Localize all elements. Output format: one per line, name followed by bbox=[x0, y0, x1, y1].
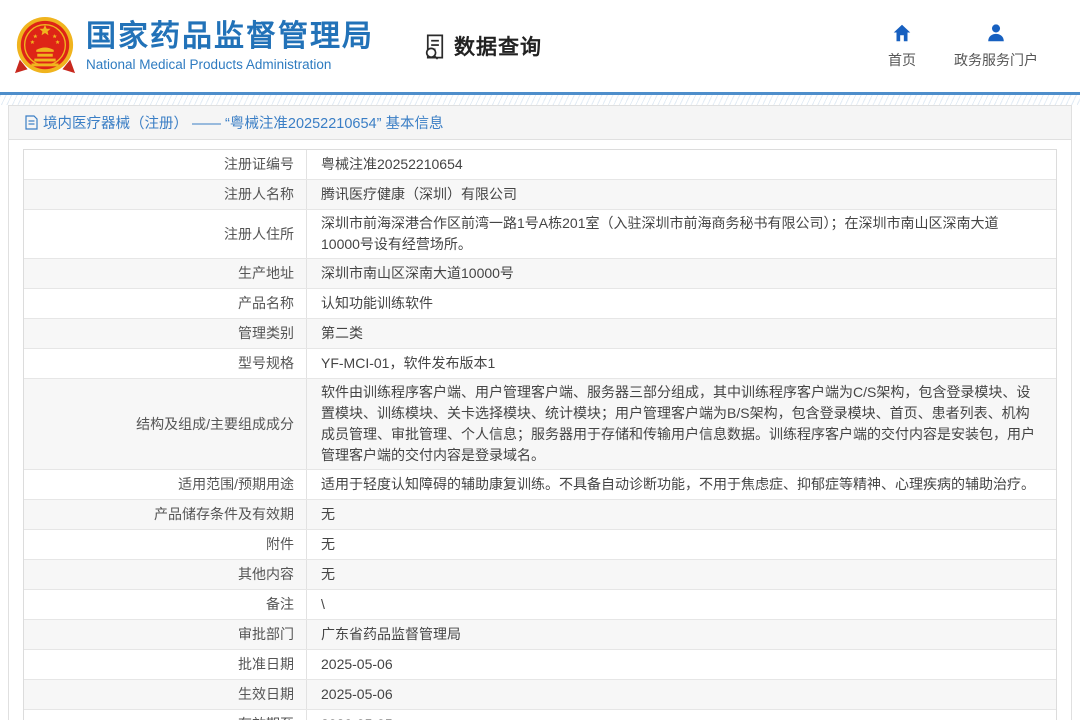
row-label: 有效期至 bbox=[24, 710, 307, 720]
row-value: 软件由训练程序客户端、用户管理客户端、服务器三部分组成，其中训练程序客户端为C/… bbox=[307, 379, 1056, 469]
site-title-cn: 国家药品监督管理局 bbox=[86, 20, 374, 54]
top-nav: 首页 政务服务门户 bbox=[888, 22, 1038, 70]
row-value: 认知功能训练软件 bbox=[307, 290, 1056, 317]
row-value: 2025-05-06 bbox=[307, 651, 1056, 678]
row-value: 无 bbox=[307, 531, 1056, 558]
hatch-texture-band bbox=[0, 95, 1080, 105]
table-row: 注册人住所深圳市前海深港合作区前湾一路1号A栋201室（入驻深圳市前海商务秘书有… bbox=[24, 210, 1056, 259]
table-row: 管理类别第二类 bbox=[24, 319, 1056, 349]
breadcrumb[interactable]: 境内医疗器械（注册） —— “粤械注准20252210654” 基本信息 bbox=[43, 112, 443, 133]
row-value: YF-MCI-01，软件发布版本1 bbox=[307, 350, 1056, 377]
site-title-en: National Medical Products Administration bbox=[86, 57, 374, 72]
table-row: 注册证编号粤械注准20252210654 bbox=[24, 150, 1056, 180]
table-row: 适用范围/预期用途适用于轻度认知障碍的辅助康复训练。不具备自动诊断功能，不用于焦… bbox=[24, 470, 1056, 500]
row-value: 深圳市南山区深南大道10000号 bbox=[307, 260, 1056, 287]
row-value: 适用于轻度认知障碍的辅助康复训练。不具备自动诊断功能，不用于焦虑症、抑郁症等精神… bbox=[307, 471, 1056, 498]
row-label: 注册人住所 bbox=[24, 210, 307, 258]
row-label: 管理类别 bbox=[24, 319, 307, 348]
site-title-block: 国家药品监督管理局 National Medical Products Admi… bbox=[86, 20, 374, 72]
row-value: 2025-05-06 bbox=[307, 681, 1056, 708]
row-value: 无 bbox=[307, 561, 1056, 588]
row-label: 附件 bbox=[24, 530, 307, 559]
document-icon bbox=[25, 115, 38, 130]
row-value: \ bbox=[307, 591, 1056, 618]
row-label: 产品储存条件及有效期 bbox=[24, 500, 307, 529]
table-row: 注册人名称腾讯医疗健康（深圳）有限公司 bbox=[24, 180, 1056, 210]
row-label: 生效日期 bbox=[24, 680, 307, 709]
row-label: 注册人名称 bbox=[24, 180, 307, 209]
table-row: 审批部门广东省药品监督管理局 bbox=[24, 620, 1056, 650]
row-label: 产品名称 bbox=[24, 289, 307, 318]
data-query-tab[interactable]: 数据查询 bbox=[422, 31, 542, 61]
table-row: 生产地址深圳市南山区深南大道10000号 bbox=[24, 259, 1056, 289]
row-value: 第二类 bbox=[307, 320, 1056, 347]
site-header: 国家药品监督管理局 National Medical Products Admi… bbox=[0, 0, 1080, 92]
nav-home-label: 首页 bbox=[888, 50, 916, 70]
row-label: 型号规格 bbox=[24, 349, 307, 378]
table-row: 产品储存条件及有效期无 bbox=[24, 500, 1056, 530]
nav-item-home[interactable]: 首页 bbox=[888, 22, 916, 70]
table-row: 结构及组成/主要组成成分软件由训练程序客户端、用户管理客户端、服务器三部分组成，… bbox=[24, 379, 1056, 470]
table-row: 产品名称认知功能训练软件 bbox=[24, 289, 1056, 319]
row-label: 其他内容 bbox=[24, 560, 307, 589]
detail-table: 注册证编号粤械注准20252210654注册人名称腾讯医疗健康（深圳）有限公司注… bbox=[23, 149, 1057, 720]
row-label: 结构及组成/主要组成成分 bbox=[24, 379, 307, 469]
content-wrapper: 境内医疗器械（注册） —— “粤械注准20252210654” 基本信息 注册证… bbox=[8, 105, 1072, 720]
breadcrumb-bar: 境内医疗器械（注册） —— “粤械注准20252210654” 基本信息 bbox=[9, 106, 1071, 140]
row-label: 生产地址 bbox=[24, 259, 307, 288]
table-row: 型号规格YF-MCI-01，软件发布版本1 bbox=[24, 349, 1056, 379]
table-row: 有效期至2030-05-05 bbox=[24, 710, 1056, 720]
nav-item-gov-portal[interactable]: 政务服务门户 bbox=[954, 22, 1038, 70]
row-label: 注册证编号 bbox=[24, 150, 307, 179]
data-query-label: 数据查询 bbox=[454, 31, 542, 61]
nav-gov-portal-label: 政务服务门户 bbox=[954, 50, 1038, 70]
row-value: 深圳市前海深港合作区前湾一路1号A栋201室（入驻深圳市前海商务秘书有限公司）；… bbox=[307, 210, 1056, 258]
table-row: 备注\ bbox=[24, 590, 1056, 620]
row-value: 腾讯医疗健康（深圳）有限公司 bbox=[307, 181, 1056, 208]
row-value: 广东省药品监督管理局 bbox=[307, 621, 1056, 648]
user-icon bbox=[985, 22, 1007, 44]
row-value: 无 bbox=[307, 501, 1056, 528]
row-label: 适用范围/预期用途 bbox=[24, 470, 307, 499]
row-label: 审批部门 bbox=[24, 620, 307, 649]
row-value: 2030-05-05 bbox=[307, 711, 1056, 720]
row-label: 备注 bbox=[24, 590, 307, 619]
data-query-icon bbox=[422, 33, 449, 60]
table-row: 其他内容无 bbox=[24, 560, 1056, 590]
national-emblem-logo bbox=[14, 11, 76, 81]
row-label: 批准日期 bbox=[24, 650, 307, 679]
home-icon bbox=[891, 22, 913, 44]
row-value: 粤械注准20252210654 bbox=[307, 151, 1056, 178]
table-row: 生效日期2025-05-06 bbox=[24, 680, 1056, 710]
table-row: 附件无 bbox=[24, 530, 1056, 560]
table-row: 批准日期2025-05-06 bbox=[24, 650, 1056, 680]
